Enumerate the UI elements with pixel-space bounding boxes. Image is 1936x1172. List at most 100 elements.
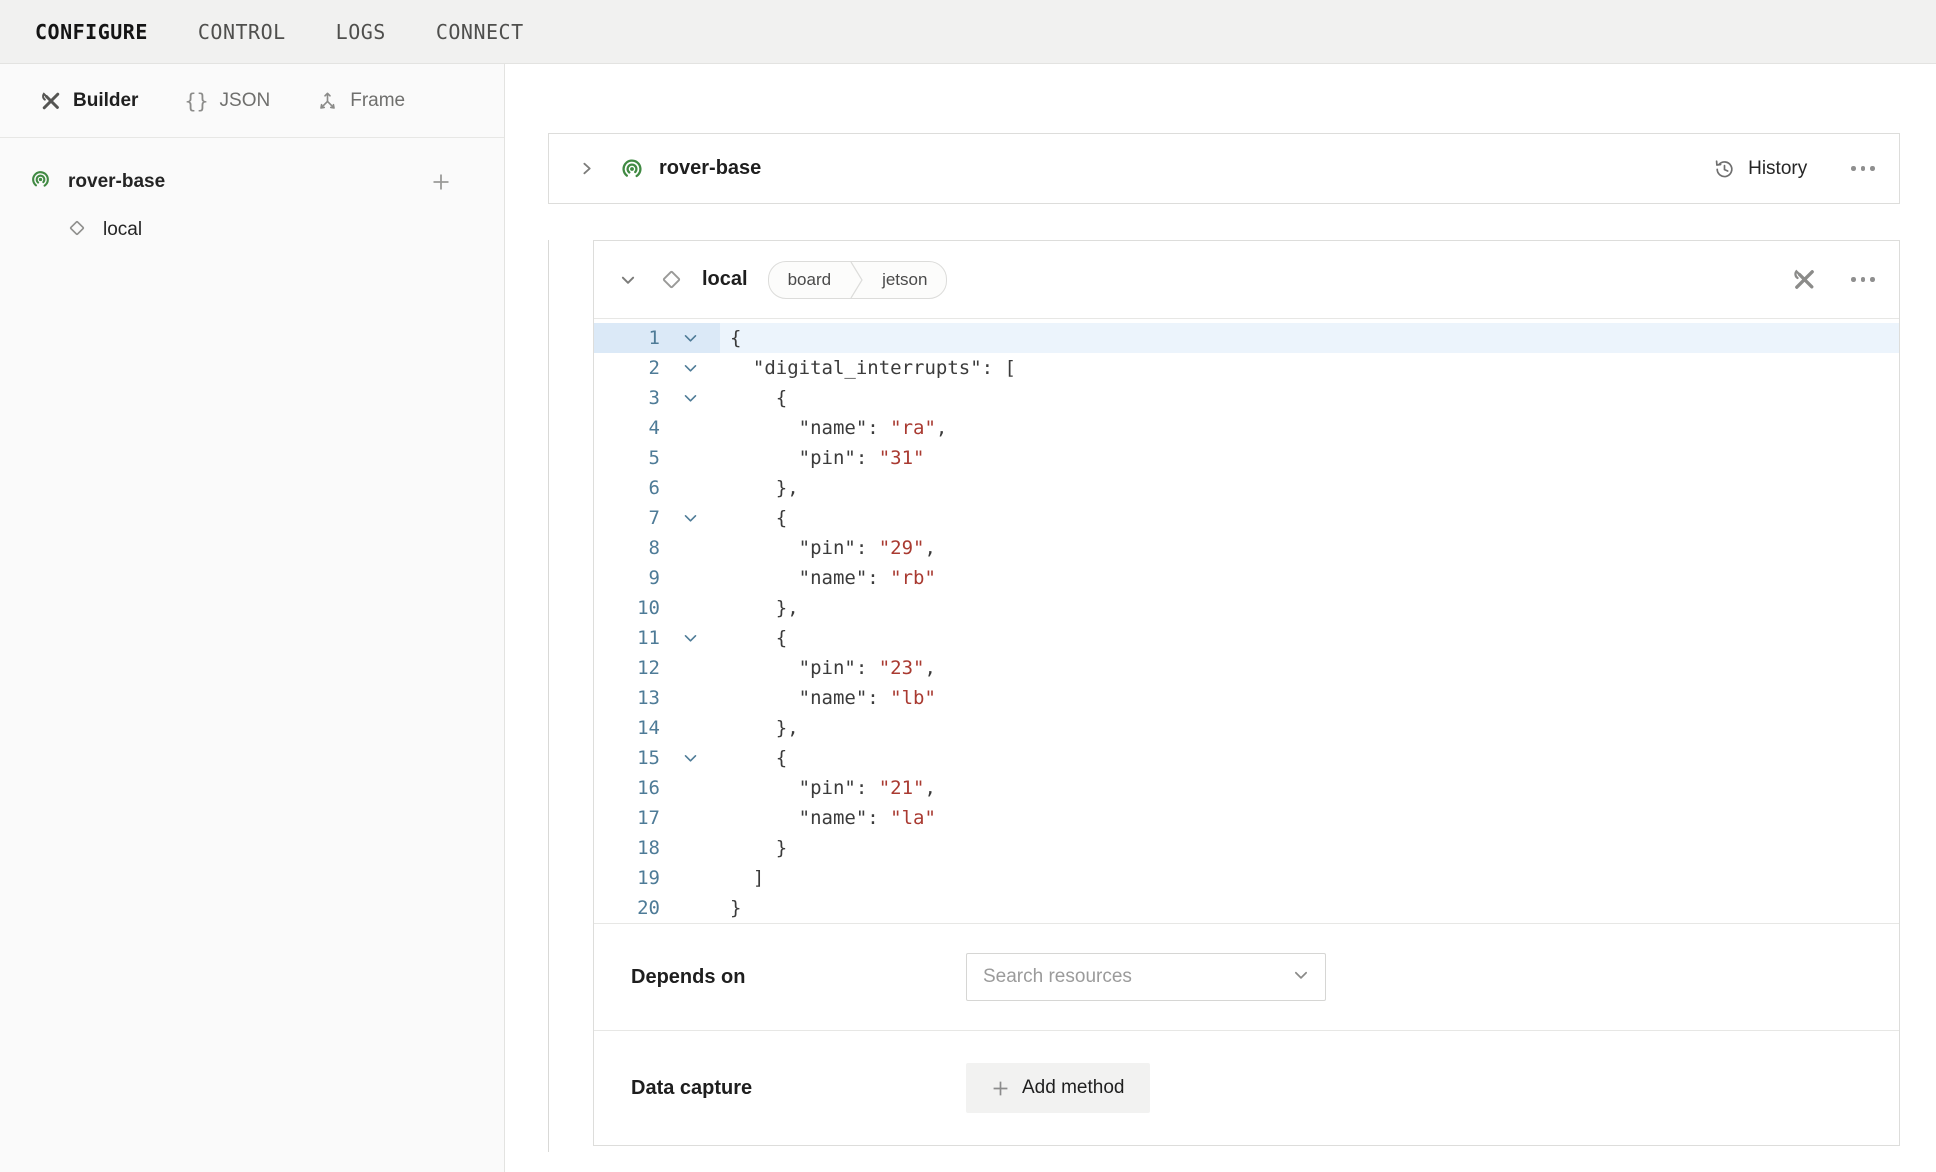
fold-toggle-icon[interactable] [660, 353, 720, 383]
fold-toggle-icon[interactable] [660, 623, 720, 653]
tools-icon [40, 90, 62, 112]
chevron-down-icon[interactable] [620, 272, 636, 288]
code-line-11[interactable]: 11 { [594, 623, 1899, 653]
add-method-label: Add method [1022, 1077, 1124, 1099]
line-number: 9 [594, 563, 660, 593]
line-number: 17 [594, 803, 660, 833]
sidebar-item-local[interactable]: local [0, 212, 504, 248]
fold-spacer [660, 413, 720, 443]
ellipsis-menu-icon[interactable] [1849, 162, 1877, 175]
json-attributes-editor[interactable]: 1{2 "digital_interrupts": [3 {4 "name": … [594, 319, 1899, 923]
tag-board: board [769, 270, 850, 290]
tag-jetson: jetson [863, 270, 946, 290]
code-line-12[interactable]: 12 "pin": "23", [594, 653, 1899, 683]
top-nav: CONFIGURE CONTROL LOGS CONNECT [0, 0, 1936, 64]
code-line-8[interactable]: 8 "pin": "29", [594, 533, 1899, 563]
machine-name: rover-base [68, 171, 430, 193]
code-line-17[interactable]: 17 "name": "la" [594, 803, 1899, 833]
fold-spacer [660, 863, 720, 893]
top-nav-tab-connect[interactable]: CONNECT [436, 20, 524, 44]
ellipsis-menu-icon[interactable] [1849, 273, 1877, 286]
depends-on-select[interactable]: Search resources [966, 953, 1326, 1001]
machine-card: rover-base History [548, 133, 1900, 204]
fold-spacer [660, 773, 720, 803]
code-text: "digital_interrupts": [ [720, 353, 1899, 383]
line-number: 18 [594, 833, 660, 863]
data-capture-section: Data capture Add method [594, 1030, 1899, 1145]
code-text: { [720, 743, 1899, 773]
top-nav-tab-control[interactable]: CONTROL [198, 20, 286, 44]
fold-toggle-icon[interactable] [660, 323, 720, 353]
resource-type-tags: board jetson [768, 261, 948, 299]
code-line-16[interactable]: 16 "pin": "21", [594, 773, 1899, 803]
top-nav-tab-configure[interactable]: CONFIGURE [35, 20, 148, 44]
diamond-icon [66, 217, 88, 244]
chevron-down-icon [1293, 967, 1309, 988]
line-number: 20 [594, 893, 660, 923]
code-line-7[interactable]: 7 { [594, 503, 1899, 533]
depends-on-section: Depends on Search resources [594, 923, 1899, 1030]
code-line-9[interactable]: 9 "name": "rb" [594, 563, 1899, 593]
sidebar-item-rover-base[interactable]: rover-base [0, 164, 504, 200]
fold-toggle-icon[interactable] [660, 743, 720, 773]
chevron-right-icon[interactable] [579, 161, 594, 176]
code-line-15[interactable]: 15 { [594, 743, 1899, 773]
fold-spacer [660, 593, 720, 623]
subnav-item-json[interactable]: {}JSON [184, 89, 270, 113]
history-icon [1712, 157, 1736, 181]
tools-icon[interactable] [1792, 267, 1817, 292]
history-button[interactable]: History [1712, 157, 1807, 181]
code-text: { [720, 383, 1899, 413]
resource-tree: rover-base local [0, 138, 504, 248]
add-method-button[interactable]: Add method [966, 1063, 1150, 1113]
line-number: 11 [594, 623, 660, 653]
code-text: { [720, 323, 1899, 353]
machine-part-icon [620, 157, 644, 181]
fold-spacer [660, 683, 720, 713]
code-text: }, [720, 713, 1899, 743]
code-line-3[interactable]: 3 { [594, 383, 1899, 413]
code-line-2[interactable]: 2 "digital_interrupts": [ [594, 353, 1899, 383]
fold-spacer [660, 803, 720, 833]
fold-spacer [660, 563, 720, 593]
code-text: } [720, 833, 1899, 863]
machine-part-icon [30, 169, 51, 195]
code-text: "name": "lb" [720, 683, 1899, 713]
subnav-item-builder[interactable]: Builder [40, 90, 138, 112]
code-text: "pin": "23", [720, 653, 1899, 683]
top-nav-tab-logs[interactable]: LOGS [336, 20, 386, 44]
subnav-item-label: Frame [350, 90, 405, 112]
plus-icon [992, 1080, 1009, 1097]
fold-spacer [660, 653, 720, 683]
depends-on-label: Depends on [631, 966, 966, 989]
add-component-button[interactable] [430, 171, 452, 193]
code-line-6[interactable]: 6 }, [594, 473, 1899, 503]
code-line-5[interactable]: 5 "pin": "31" [594, 443, 1899, 473]
subnav-item-label: JSON [220, 90, 271, 112]
code-text: }, [720, 473, 1899, 503]
code-line-13[interactable]: 13 "name": "lb" [594, 683, 1899, 713]
code-line-19[interactable]: 19 ] [594, 863, 1899, 893]
fold-toggle-icon[interactable] [660, 383, 720, 413]
code-text: "pin": "29", [720, 533, 1899, 563]
code-line-1[interactable]: 1{ [594, 323, 1899, 353]
frame-axes-icon [316, 89, 339, 112]
fold-spacer [660, 533, 720, 563]
resource-card-header: local boardjetson [594, 241, 1899, 319]
code-line-10[interactable]: 10 }, [594, 593, 1899, 623]
sidebar: Builder {}JSON Frame rover-base [0, 64, 505, 1172]
code-text: "pin": "21", [720, 773, 1899, 803]
code-text: "name": "la" [720, 803, 1899, 833]
code-line-4[interactable]: 4 "name": "ra", [594, 413, 1899, 443]
code-line-14[interactable]: 14 }, [594, 713, 1899, 743]
code-text: ] [720, 863, 1899, 893]
code-line-18[interactable]: 18 } [594, 833, 1899, 863]
line-number: 8 [594, 533, 660, 563]
code-text: "pin": "31" [720, 443, 1899, 473]
fold-spacer [660, 893, 720, 923]
subnav-item-frame[interactable]: Frame [316, 89, 405, 112]
fold-toggle-icon[interactable] [660, 503, 720, 533]
history-label: History [1748, 158, 1807, 180]
code-line-20[interactable]: 20} [594, 893, 1899, 923]
data-capture-label: Data capture [631, 1077, 966, 1100]
